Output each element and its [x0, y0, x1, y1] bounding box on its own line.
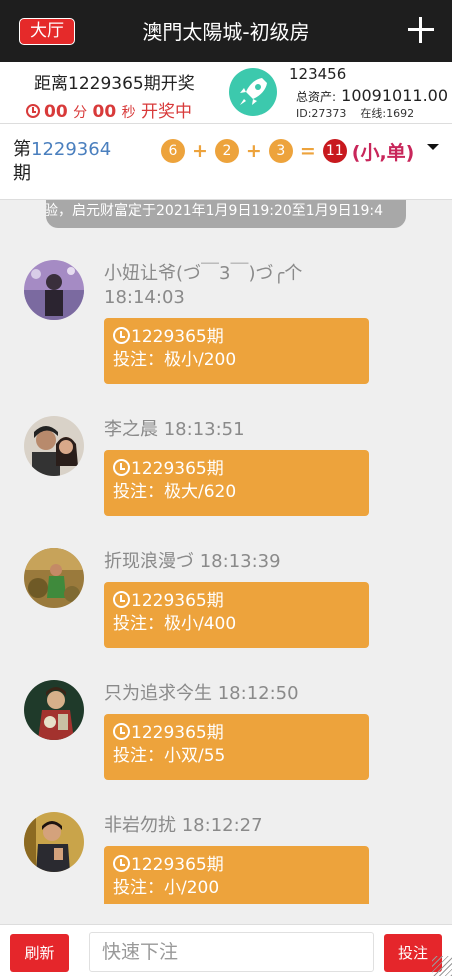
total-assets: 总资产: 10091011.00 — [296, 86, 448, 105]
bet-bubble: 1229365期 投注：极小/400 — [104, 582, 369, 648]
clock-icon — [113, 327, 130, 344]
bet-detail: 投注：小/200 — [113, 878, 220, 898]
message-time: 18:13:39 — [199, 551, 281, 572]
message-meta: 折现浪漫づ 18:13:39 — [104, 550, 344, 574]
quick-bet-input[interactable] — [89, 932, 374, 972]
result-sum-ball: 11 — [322, 139, 347, 163]
user-stats: ID:27373 在线:1692 — [296, 105, 414, 121]
result-ball: 2 — [214, 139, 239, 163]
last-period: 第1229364 期 — [13, 138, 123, 186]
message-time: 18:13:51 — [163, 419, 245, 440]
sender-name: 李之晨 — [104, 419, 158, 440]
sender-name: 非岩勿扰 — [104, 815, 176, 836]
result-ball: 3 — [268, 139, 293, 163]
rocket-icon[interactable] — [229, 68, 277, 116]
bet-period: 1229365期 — [131, 591, 224, 611]
assets-value: 10091011.00 — [341, 86, 449, 105]
list-item: 非岩勿扰 18:12:27 1229365期 投注：小/200 — [0, 812, 452, 904]
bet-bubble: 1229365期 投注：极小/200 — [104, 318, 369, 384]
countdown-seconds-unit: 秒 — [121, 105, 136, 121]
bet-detail: 投注：极大/620 — [113, 482, 237, 502]
clock-icon — [113, 459, 130, 476]
result-tag: (小,单) — [351, 141, 415, 164]
online-count: 在线:1692 — [360, 107, 415, 120]
list-item: 只为追求今生 18:12:50 1229365期 投注：小双/55 — [0, 680, 452, 812]
notice-text: 验，启元财富定于2021年1月9日19:20至1月9日19:4 — [46, 203, 384, 219]
result-balls: 6 + 2 + 3 = 11 (小,单) — [161, 138, 414, 164]
clock-icon — [113, 855, 130, 872]
bet-detail: 投注：小双/55 — [113, 746, 226, 766]
notice-marquee: 验，启元财富定于2021年1月9日19:20至1月9日19:4 — [46, 200, 406, 228]
plus-sign: + — [192, 140, 208, 162]
next-draw-label: 距离1229365期开奖 — [34, 74, 195, 94]
sender-name: 只为追求今生 — [104, 683, 212, 704]
assets-label: 总资产: — [296, 90, 337, 104]
message-time: 18:14:03 — [104, 287, 185, 308]
period-number: 1229364 — [31, 139, 112, 160]
message-meta: 小妞让爷(づ￣3￣)づ╭个 18:14:03 — [104, 262, 344, 310]
list-item: 李之晨 18:13:51 1229365期 投注：极大/620 — [0, 416, 452, 548]
caret-down-icon[interactable] — [427, 144, 439, 150]
avatar[interactable] — [24, 680, 84, 740]
avatar[interactable] — [24, 416, 84, 476]
bet-bubble: 1229365期 投注：小双/55 — [104, 714, 369, 780]
draw-status: 开奖中 — [140, 102, 192, 122]
draw-info-bar: 距离1229365期开奖 00 分 00 秒 开奖中 123456 总资产: 1… — [0, 62, 452, 124]
sender-name: 小妞让爷(づ￣3￣)づ╭个 — [104, 263, 303, 284]
resize-grip-icon[interactable] — [432, 956, 452, 976]
username: 123456 — [289, 65, 347, 83]
equals-sign: = — [299, 140, 316, 162]
message-meta: 非岩勿扰 18:12:27 — [104, 814, 344, 838]
page-title: 澳門太陽城-初级房 — [142, 20, 310, 44]
avatar[interactable] — [24, 812, 84, 872]
plus-icon[interactable] — [408, 17, 434, 43]
bet-period: 1229365期 — [131, 459, 224, 479]
last-result-row[interactable]: 第1229364 期 6 + 2 + 3 = 11 (小,单) — [0, 124, 452, 200]
period-suffix: 期 — [13, 163, 31, 184]
countdown-seconds: 00 — [92, 102, 117, 122]
period-prefix: 第 — [13, 139, 31, 160]
countdown-minutes-unit: 分 — [73, 105, 88, 121]
message-meta: 李之晨 18:13:51 — [104, 418, 344, 442]
clock-icon — [26, 104, 40, 118]
countdown-minutes: 00 — [44, 102, 68, 122]
bet-period: 1229365期 — [131, 855, 224, 875]
bet-detail: 投注：极小/400 — [113, 614, 237, 634]
refresh-button[interactable]: 刷新 — [10, 934, 69, 972]
bet-bubble: 1229365期 投注：极大/620 — [104, 450, 369, 516]
countdown: 00 分 00 秒 开奖中 — [26, 97, 192, 122]
bet-period: 1229365期 — [131, 723, 224, 743]
plus-sign: + — [245, 140, 262, 162]
avatar[interactable] — [24, 548, 84, 608]
result-ball: 6 — [161, 139, 185, 163]
bet-detail: 投注：极小/200 — [113, 350, 237, 370]
bet-bubble: 1229365期 投注：小/200 — [104, 846, 369, 904]
avatar[interactable] — [24, 260, 84, 320]
bet-period: 1229365期 — [131, 327, 224, 347]
bottom-bar: 刷新 投注 — [0, 924, 452, 976]
clock-icon — [113, 591, 130, 608]
list-item: 折现浪漫づ 18:13:39 1229365期 投注：极小/400 — [0, 548, 452, 680]
message-time: 18:12:27 — [181, 815, 263, 836]
user-id: ID:27373 — [296, 107, 347, 120]
bet-chat-list[interactable]: 小妞让爷(づ￣3￣)づ╭个 18:14:03 1229365期 投注：极小/20… — [0, 228, 452, 904]
list-item: 小妞让爷(づ￣3￣)づ╭个 18:14:03 1229365期 投注：极小/20… — [0, 260, 452, 392]
clock-icon — [113, 723, 130, 740]
message-meta: 只为追求今生 18:12:50 — [104, 682, 344, 706]
sender-name: 折现浪漫づ — [104, 551, 194, 572]
top-bar: 大厅 澳門太陽城-初级房 — [0, 0, 452, 62]
message-time: 18:12:50 — [217, 683, 299, 704]
